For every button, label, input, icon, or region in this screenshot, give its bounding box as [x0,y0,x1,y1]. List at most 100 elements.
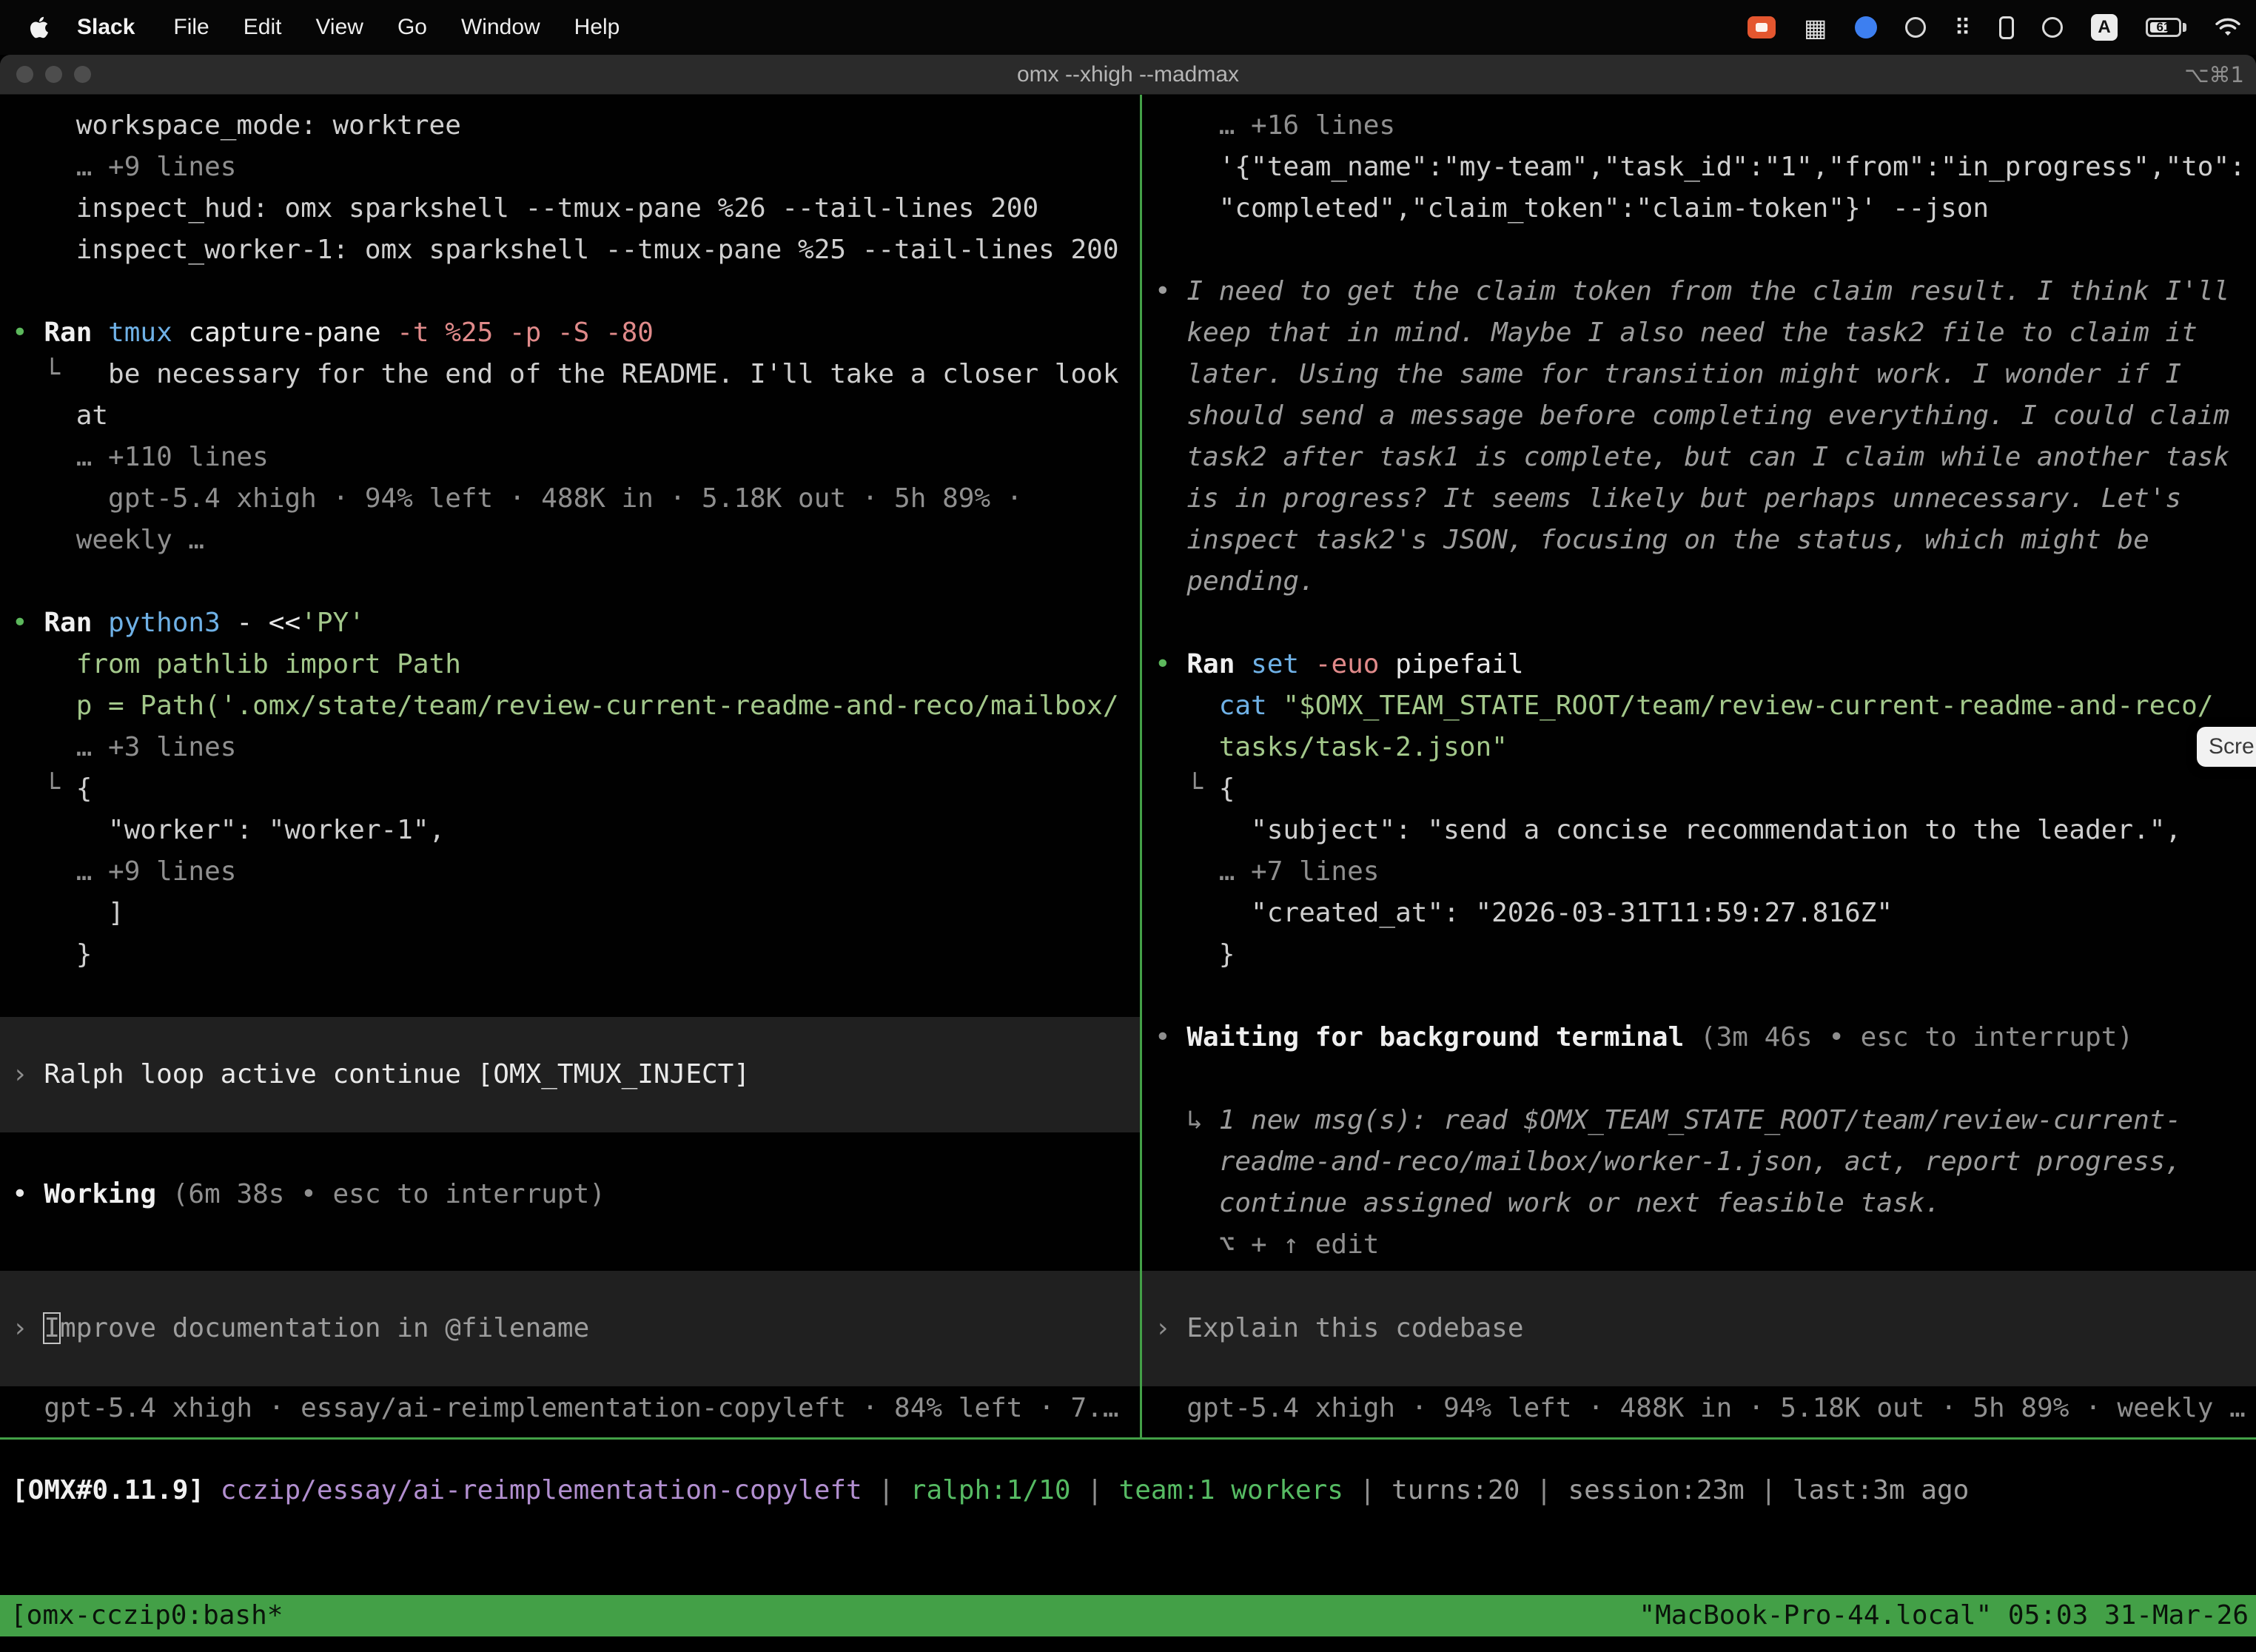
apple-menu-icon[interactable] [28,15,50,40]
terminal-line: should send a message before completing … [1155,395,2256,437]
terminal-line [12,1132,1140,1174]
wifi-icon[interactable] [2215,17,2241,38]
window-controls [16,55,91,94]
menu-view[interactable]: View [315,15,363,40]
zoom-button[interactable] [74,66,91,83]
text-segment: | [1745,1475,1793,1505]
terminal-line: └ be necessary for the end of the README… [12,354,1140,395]
terminal-line: cat "$OMX_TEAM_STATE_ROOT/team/review-cu… [1155,685,2256,727]
screenshot-chip[interactable]: Scre [2197,727,2256,767]
screen-recording-indicator-icon[interactable] [1748,16,1776,38]
screenshot-chip-label: Scre [2209,734,2255,759]
text-segment: inspect_hud: omx sparkshell --tmux-pane … [12,193,1038,224]
battery-nub [2183,23,2186,32]
record-ring-icon[interactable] [1905,17,1926,38]
battery-icon[interactable]: 61 [2146,18,2186,37]
terminal-line: … +9 lines [12,147,1140,188]
text-segment: } [12,939,92,970]
text-segment: at [12,400,108,431]
text-segment: pipefail [1395,649,1523,679]
menu-go[interactable]: Go [397,15,427,40]
text-segment: session:23m [1568,1475,1744,1505]
terminal-line: • Working (6m 38s • esc to interrupt) [12,1174,1140,1215]
blue-app-icon[interactable] [1855,16,1877,38]
terminal-line: … +110 lines [12,437,1140,478]
text-segment: | [1071,1475,1119,1505]
terminal-line: gpt-5.4 xhigh · 94% left · 488K in · 5.1… [1155,1388,2256,1429]
dots-grid-icon[interactable]: ⠿ [1954,16,1971,39]
text-segment: ] [12,898,124,928]
terminal-line: "subject": "send a concise recommendatio… [1155,810,2256,851]
text-segment: mprove documentation in @filename [60,1313,589,1343]
composer-row[interactable]: › Improve documentation in @filename [0,1271,1140,1386]
terminal-area: workspace_mode: worktree … +9 lines insp… [0,95,2256,1437]
battery-body: 61 [2146,18,2181,37]
terminal-line: • Ran set -euo pipefail [1155,644,2256,685]
gauge-icon[interactable] [2042,17,2063,38]
text-segment: be necessary for the end of the README. … [76,359,1119,389]
window-title: omx --xhigh --madmax [1017,62,1239,87]
text-segment: capture-pane [188,318,397,348]
terminal-line: } [12,934,1140,976]
phone-icon[interactable] [1999,16,2014,39]
terminal-line: • Ran python3 - <<'PY' [12,602,1140,644]
terminal-line: "completed","claim_token":"claim-token"}… [1155,188,2256,229]
text-segment: … +110 lines [12,442,269,472]
terminal-pane-left[interactable]: workspace_mode: worktree … +9 lines insp… [0,95,1140,1437]
text-segment: … +7 lines [1155,856,1379,887]
text-segment: -euo [1315,649,1395,679]
tmux-window-list[interactable]: [omx-cczip0:bash* [10,1595,283,1636]
text-segment: "worker": "worker-1", [12,815,445,845]
text-segment: ⌥ + ↑ edit [1155,1229,1379,1260]
terminal-pane-right[interactable]: … +16 lines '{"team_name":"my-team","tas… [1142,95,2256,1437]
text-segment: • [1155,1022,1186,1052]
menu-items: File Edit View Go Window Help [173,15,620,40]
terminal-line: … +7 lines [1155,851,2256,893]
text-segment: "created_at": "2026-03-31T11:59:27.816Z" [1155,898,1893,928]
terminal-line: continue assigned work or next feasible … [1155,1183,2256,1224]
text-segment: 'PY' [301,608,365,638]
text-segment: › [12,1313,44,1343]
text-segment: weekly … [12,525,204,555]
text-segment: - << [236,608,301,638]
minimize-button[interactable] [45,66,62,83]
terminal-line [1155,602,2256,644]
terminal-line: pending. [1155,561,2256,602]
active-app-name[interactable]: Slack [77,15,135,40]
text-segment: readme-and-reco/mailbox/worker-1.json, a… [1155,1146,2181,1177]
text-segment: gpt-5.4 xhigh · 94% left · 488K in · 5.1… [12,483,1022,514]
window-shortcut-hint: ⌥⌘1 [2184,62,2244,87]
text-segment: └ [1155,773,1219,804]
terminal-line: } [1155,934,2256,976]
terminal-line: … +9 lines [12,851,1140,893]
text-segment: Ran [1186,649,1251,679]
menu-bar-status-area: ▦ ⠿ A 61 [1748,14,2241,41]
close-button[interactable] [16,66,33,83]
text-segment: set [1251,649,1315,679]
battery-percent: 61 [2148,20,2179,35]
terminal-line: inspect_worker-1: omx sparkshell --tmux-… [12,229,1140,271]
text-segment: "completed","claim_token":"claim-token"}… [1155,193,1989,224]
text-segment: python3 [108,608,236,638]
window-grid-icon[interactable]: ▦ [1804,16,1827,40]
tmux-horizontal-border [0,1437,2256,1440]
text-segment: ralph:1/10 [910,1475,1071,1505]
menu-window[interactable]: Window [461,15,540,40]
text-segment: • [1155,649,1186,679]
text-segment: "subject": "send a concise recommendatio… [1155,815,2181,845]
composer-row[interactable]: › Ralph loop active continue [OMX_TMUX_I… [0,1017,1140,1132]
menu-edit[interactable]: Edit [244,15,282,40]
terminal-line: inspect_hud: omx sparkshell --tmux-pane … [12,188,1140,229]
composer-row[interactable]: › Explain this codebase [1142,1271,2256,1386]
menu-file[interactable]: File [173,15,209,40]
terminal-line: p = Path('.omx/state/team/review-current… [12,685,1140,727]
text-segment: is in progress? It seems likely but perh… [1155,483,2181,514]
terminal-line: keep that in mind. Maybe I also need the… [1155,312,2256,354]
terminal-line: from pathlib import Path [12,644,1140,685]
keyboard-input-icon[interactable]: A [2091,14,2118,41]
text-segment: I need to get the claim token from the c… [1186,276,2229,306]
menu-help[interactable]: Help [574,15,620,40]
text-segment: cat [1155,691,1283,721]
tmux-status-bar: [omx-cczip0:bash* "MacBook-Pro-44.local"… [0,1595,2256,1636]
terminal-line: └ { [1155,768,2256,810]
